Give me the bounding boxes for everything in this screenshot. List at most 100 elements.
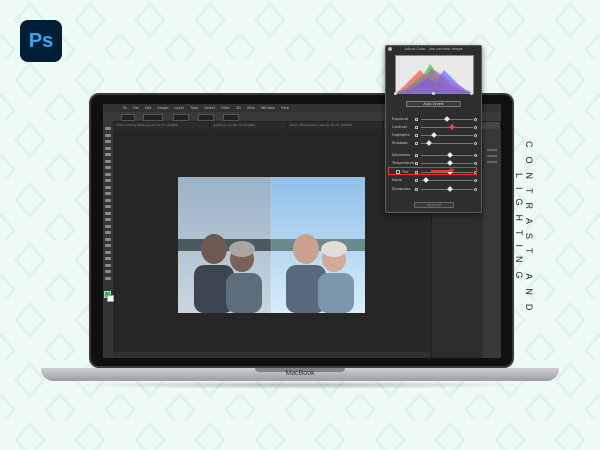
white-point-handle[interactable] xyxy=(470,92,473,95)
histogram-range xyxy=(394,92,473,95)
slider-max-icon xyxy=(474,188,477,191)
tool-icon[interactable] xyxy=(105,276,111,280)
slider-min-icon xyxy=(415,179,418,182)
slider-track[interactable] xyxy=(421,127,473,128)
menu-item[interactable]: File xyxy=(133,106,139,110)
slider-min-icon xyxy=(415,162,418,165)
slider-thumb[interactable] xyxy=(446,186,453,192)
slider-max-icon xyxy=(474,162,477,165)
menu-item[interactable]: View xyxy=(247,106,255,110)
slider-min-icon xyxy=(415,134,418,137)
slider-max-icon xyxy=(474,126,477,129)
tool-icon[interactable] xyxy=(105,159,111,163)
auto-levels-button[interactable]: Auto Levels xyxy=(406,101,461,107)
tool-icon[interactable] xyxy=(105,237,111,241)
panel-icon[interactable] xyxy=(487,161,497,163)
slider-track[interactable] xyxy=(421,135,473,136)
laptop-brand: MacBook xyxy=(285,370,315,377)
tool-icon[interactable] xyxy=(105,198,111,202)
document-tab[interactable]: Untitled-1 @ 66.7% (RGB/8) xyxy=(210,122,287,129)
tool-icon[interactable] xyxy=(105,172,111,176)
tool-icon[interactable] xyxy=(105,244,111,247)
document-tab[interactable]: Photo editing tester.jpg @ 16.7% (RGB/8) xyxy=(113,122,210,129)
slider-thumb[interactable] xyxy=(444,116,450,122)
smoothing-field[interactable] xyxy=(223,114,239,121)
menu-item[interactable]: Window xyxy=(261,106,275,110)
slider-thumb[interactable] xyxy=(446,160,453,166)
slider-thumb[interactable] xyxy=(449,124,456,130)
tool-icon[interactable] xyxy=(105,127,111,130)
panel-icon[interactable] xyxy=(487,149,497,151)
slider-track[interactable] xyxy=(421,180,473,181)
slider-thumb[interactable] xyxy=(446,152,453,158)
slider-label: Temperature xyxy=(392,161,415,165)
slider-min-icon xyxy=(415,126,418,129)
opacity-field[interactable] xyxy=(173,114,189,121)
slider-row-sepia: Sepia xyxy=(386,177,481,184)
menu-item[interactable]: Image xyxy=(158,106,169,110)
adjust-color-dialog: Adjust Color - low contrast image Auto L… xyxy=(385,45,482,213)
menu-item[interactable]: Layer xyxy=(174,106,184,110)
tools-panel xyxy=(103,121,114,358)
tool-icon[interactable] xyxy=(105,133,111,137)
slider-label: Sharpness xyxy=(392,187,411,191)
brush-size-field[interactable] xyxy=(121,114,135,121)
slider-row-contrast: Contrast xyxy=(386,124,481,131)
tool-icon[interactable] xyxy=(105,224,111,228)
tool-icon[interactable] xyxy=(105,140,111,143)
menu-item[interactable]: Filter xyxy=(221,106,230,110)
tool-icon[interactable] xyxy=(105,166,111,169)
midpoint-handle[interactable] xyxy=(432,92,435,95)
black-point-handle[interactable] xyxy=(394,92,397,95)
slider-label: Sepia xyxy=(392,178,402,182)
slider-thumb[interactable] xyxy=(425,140,432,146)
slider-label: Highlights xyxy=(392,133,410,137)
mode-select[interactable] xyxy=(143,114,163,121)
panel-icon[interactable] xyxy=(487,155,497,157)
slider-label: Contrast xyxy=(392,125,407,129)
slider-thumb[interactable] xyxy=(431,132,437,138)
slider-row-highlights: Highlights xyxy=(386,132,481,139)
flow-field[interactable] xyxy=(198,114,214,121)
slider-min-icon xyxy=(415,142,418,145)
tool-icon[interactable] xyxy=(105,263,111,267)
tool-icon[interactable] xyxy=(105,205,111,208)
menu-item[interactable]: Type xyxy=(190,106,198,110)
slider-max-icon xyxy=(474,154,477,157)
histogram xyxy=(395,55,474,94)
slider-thumb[interactable] xyxy=(423,177,430,183)
document-canvas-image xyxy=(178,177,365,313)
menu-item[interactable]: Select xyxy=(204,106,215,110)
slider-row-temperature: Temperature xyxy=(386,160,481,167)
dialog-title: Adjust Color - low contrast image xyxy=(404,47,463,51)
slider-min-icon xyxy=(415,188,418,191)
status-bar xyxy=(113,352,431,358)
background-color-swatch[interactable] xyxy=(107,295,114,302)
tool-icon[interactable] xyxy=(105,146,111,150)
menu-item[interactable]: 3D xyxy=(236,106,241,110)
red-arrow-head xyxy=(451,168,455,172)
tool-icon[interactable] xyxy=(105,185,111,189)
tool-icon[interactable] xyxy=(105,179,111,182)
red-arrow-line xyxy=(431,170,453,172)
tool-icon[interactable] xyxy=(105,270,111,273)
reset-all-button[interactable]: Reset All xyxy=(414,202,454,208)
tool-icon[interactable] xyxy=(105,231,111,234)
slider-row-sharpness: Sharpness xyxy=(386,186,481,193)
document-tab[interactable]: Photo Manipulation.psd @ 16.7% (RGB/8) xyxy=(287,122,384,129)
tool-icon[interactable] xyxy=(105,153,111,156)
laptop-shadow xyxy=(70,381,530,389)
tool-icon[interactable] xyxy=(105,218,111,221)
tagline-vertical: CONTRAST AND LIGHTING xyxy=(514,140,534,320)
slider-min-icon xyxy=(415,118,418,121)
menu-item[interactable]: Ps xyxy=(123,106,127,110)
slider-row-exposure: Exposure xyxy=(386,116,481,123)
tool-icon[interactable] xyxy=(105,250,111,254)
tool-icon[interactable] xyxy=(105,192,111,195)
menu-item[interactable]: Edit xyxy=(145,106,152,110)
photoshop-logo: Ps xyxy=(20,20,62,62)
tool-icon[interactable] xyxy=(105,211,111,215)
menu-item[interactable]: Help xyxy=(281,106,289,110)
tool-icon[interactable] xyxy=(105,257,111,260)
slider-max-icon xyxy=(474,134,477,137)
